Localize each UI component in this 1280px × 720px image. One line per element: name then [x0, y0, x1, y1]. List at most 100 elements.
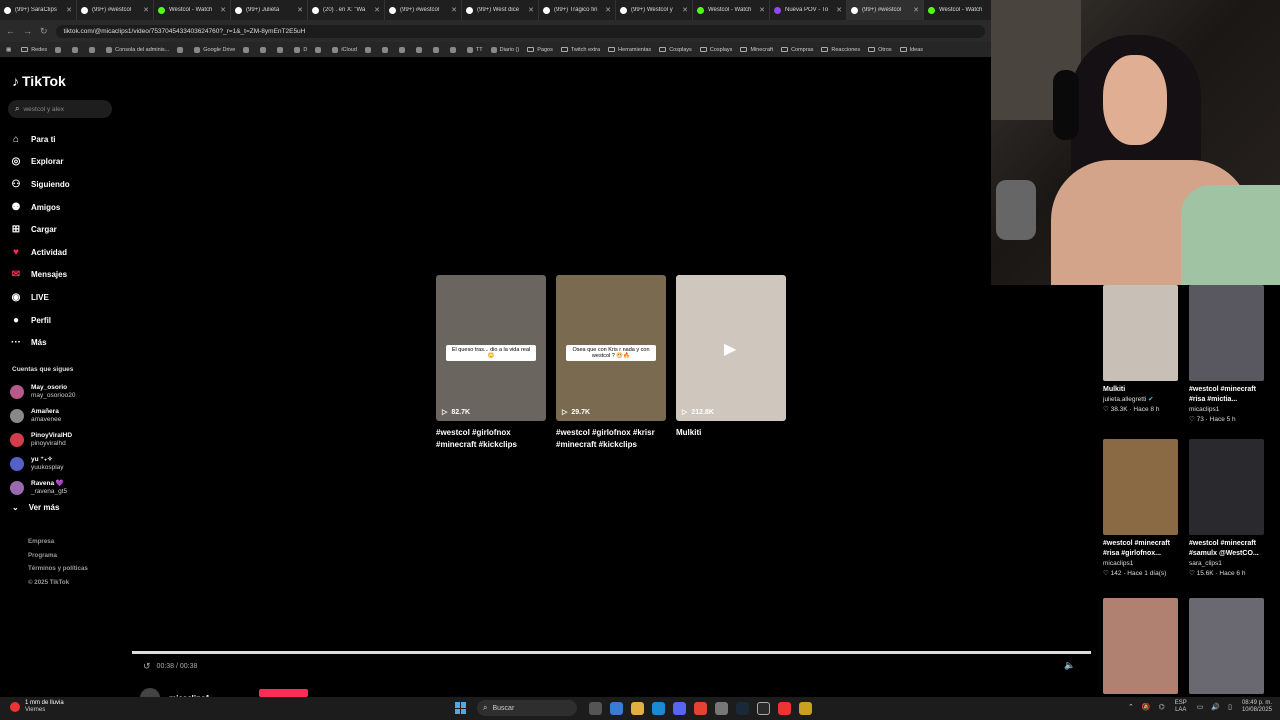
recommended-thumbnail[interactable] [1189, 285, 1264, 381]
nav-item-live[interactable]: ◉ LIVE [10, 286, 70, 309]
bookmark-item[interactable] [415, 46, 425, 53]
video-thumbnail[interactable]: El queso tras... dio a la vida real 😳 ▷ 82… [436, 275, 546, 421]
bookmark-item[interactable]: Google Drive [194, 46, 235, 53]
following-item[interactable]: Amañera amavenee [10, 404, 75, 428]
browser-tab[interactable]: Nueva POV - To ✕ [770, 0, 847, 20]
browser-tab[interactable]: Westcol - Watch✕ [924, 0, 991, 20]
related-video-card[interactable]: ▶ ▷ 212.8K Mulkiti [676, 275, 786, 451]
browser-tab[interactable]: (20) . en X: "Wa ✕ [308, 0, 385, 20]
obs-icon[interactable] [757, 701, 770, 715]
bookmark-item[interactable]: Diario () [490, 46, 519, 53]
nav-item-para-ti[interactable]: ⌂ Para ti [10, 128, 70, 151]
close-icon[interactable]: ✕ [374, 6, 380, 14]
recommended-video[interactable] [1189, 598, 1269, 694]
recommended-title[interactable]: Mulkiti [1103, 385, 1183, 395]
close-icon[interactable]: ✕ [913, 6, 919, 14]
browser-tab[interactable]: (99+) Trágico fin ✕ [539, 0, 616, 20]
monitor-icon[interactable]: ▭ [1197, 703, 1204, 711]
task-view-icon[interactable] [589, 701, 602, 715]
bookmark-item[interactable]: Otros [868, 47, 892, 53]
bookmark-item[interactable]: Twitch extra [560, 47, 600, 53]
nav-item-explorar[interactable]: ◎ Explorar [10, 151, 70, 174]
nav-item-actividad[interactable]: ♥ Actividad [10, 241, 70, 264]
bookmark-item[interactable]: Redes [21, 47, 47, 53]
steam-icon[interactable] [736, 701, 749, 715]
settings-icon[interactable] [715, 701, 728, 715]
battery-icon[interactable]: ▯ [1228, 703, 1232, 711]
recommended-thumbnail[interactable] [1103, 598, 1178, 694]
nav-item-más[interactable]: ··· Más [10, 331, 70, 354]
bookmark-item[interactable] [364, 46, 374, 53]
close-icon[interactable]: ✕ [143, 6, 149, 14]
bookmark-item[interactable]: Pagos [527, 47, 553, 53]
following-item[interactable]: May_osorio may_osorioo20 [10, 380, 75, 404]
bookmark-item[interactable]: Cosplays [699, 47, 732, 53]
back-icon[interactable]: ← [6, 26, 15, 36]
app-icon[interactable] [799, 701, 812, 715]
recommended-video[interactable]: #westcol #minecraft #samulx @WestCO... sa… [1189, 439, 1269, 579]
chrome-icon[interactable] [694, 701, 707, 715]
nav-item-amigos[interactable]: ⚉ Amigos [10, 196, 70, 219]
nav-item-siguiendo[interactable]: ⚇ Siguiendo [10, 173, 70, 196]
taskbar-search[interactable]: ⌕ Buscar [477, 700, 577, 716]
bookmark-item[interactable] [89, 46, 98, 53]
video-thumbnail[interactable]: Osea que con Kris r nada y con westcol ?… [556, 275, 666, 421]
close-icon[interactable]: ✕ [528, 6, 534, 14]
recommended-author[interactable]: sara_clips1 [1189, 559, 1269, 569]
recommended-video[interactable]: #westcol #minecraft #risa #girlofnox... m… [1103, 439, 1183, 579]
following-item[interactable]: yu ⁺₊✧ yuukosplay [10, 452, 75, 476]
close-icon[interactable]: ✕ [451, 6, 457, 14]
bookmark-item[interactable]: iCloud [332, 46, 357, 53]
recommended-title[interactable]: #westcol #minecraft #risa #girlofnox... [1103, 539, 1183, 559]
follow-button[interactable] [259, 689, 308, 697]
clock[interactable]: 08:49 p. m. 10/08/2025 [1242, 700, 1272, 714]
replay-icon[interactable]: ↺ [143, 661, 151, 672]
recommended-thumbnail[interactable] [1103, 439, 1178, 535]
video-progress-bar[interactable] [132, 651, 1091, 654]
close-icon[interactable]: ✕ [297, 6, 303, 14]
ver-mas-button[interactable]: ⌄ Ver más [12, 503, 59, 512]
recommended-thumbnail[interactable] [1189, 598, 1264, 694]
discord-icon[interactable] [673, 701, 686, 715]
nav-item-perfil[interactable]: ● Perfil [10, 309, 70, 332]
recommended-thumbnail[interactable] [1103, 285, 1178, 381]
video-title[interactable]: #westcol #girlofnox #minecraft #kickclip… [436, 427, 546, 451]
volume-tray-icon[interactable]: 🔊 [1211, 703, 1220, 711]
bookmark-item[interactable]: D [294, 46, 307, 53]
bookmark-item[interactable]: Cosplays [659, 47, 692, 53]
browser-tab[interactable]: Westcol - Watch✕ [154, 0, 231, 20]
edge-icon[interactable] [652, 701, 665, 715]
close-icon[interactable]: ✕ [759, 6, 765, 14]
bookmark-item[interactable] [398, 46, 408, 53]
related-video-card[interactable]: El queso tras... dio a la vida real 😳 ▷ 82… [436, 275, 546, 451]
bookmark-item[interactable] [260, 46, 269, 53]
forward-icon[interactable]: → [23, 26, 32, 36]
recommended-video[interactable]: Mulkiti julieta.allegretti ✔ ♡ 38.3K · Hac… [1103, 285, 1183, 415]
recommended-author[interactable]: micaclips1 [1103, 559, 1183, 569]
bookmark-item[interactable]: TT [466, 46, 483, 53]
browser-tab[interactable]: (99+) West dice ✕ [462, 0, 539, 20]
copilot-icon[interactable] [610, 701, 623, 715]
browser-tab[interactable]: (99+) Westcol y ✕ [616, 0, 693, 20]
video-title[interactable]: #westcol #girlofnox #krisr #minecraft #k… [556, 427, 666, 451]
chevron-up-icon[interactable]: ⌃ [1128, 703, 1134, 711]
bookmark-item[interactable]: Consola del adminis... [106, 46, 169, 53]
footer-link[interactable]: Programa [28, 549, 88, 563]
browser-tab[interactable]: (99+) Julieta ✕ [231, 0, 308, 20]
reload-icon[interactable]: ↻ [40, 26, 48, 37]
bell-off-icon[interactable]: 🔕 [1142, 703, 1151, 711]
following-item[interactable]: Ravena 💜 _ravena_gt5 [10, 476, 75, 500]
video-title[interactable]: Mulkiti [676, 427, 786, 439]
volume-icon[interactable]: 🔈 [1064, 660, 1075, 671]
browser-tab[interactable]: (99+) SaraClips ✕ [0, 0, 77, 20]
bookmark-item[interactable] [277, 46, 286, 53]
related-video-card[interactable]: Osea que con Kris r nada y con westcol ?… [556, 275, 666, 451]
network-icon[interactable]: ⌬ [1159, 703, 1165, 711]
bookmark-item[interactable] [381, 46, 391, 53]
bookmark-item[interactable]: Herramientas [608, 47, 651, 53]
recommended-video[interactable]: #westcol #minecraft #risa #mictia... mica… [1189, 285, 1269, 425]
following-item[interactable]: PinoyViralHD pinoyviralhd [10, 428, 75, 452]
close-icon[interactable]: ✕ [836, 6, 842, 14]
recommended-video[interactable] [1103, 598, 1183, 694]
bookmark-item[interactable] [243, 46, 252, 53]
